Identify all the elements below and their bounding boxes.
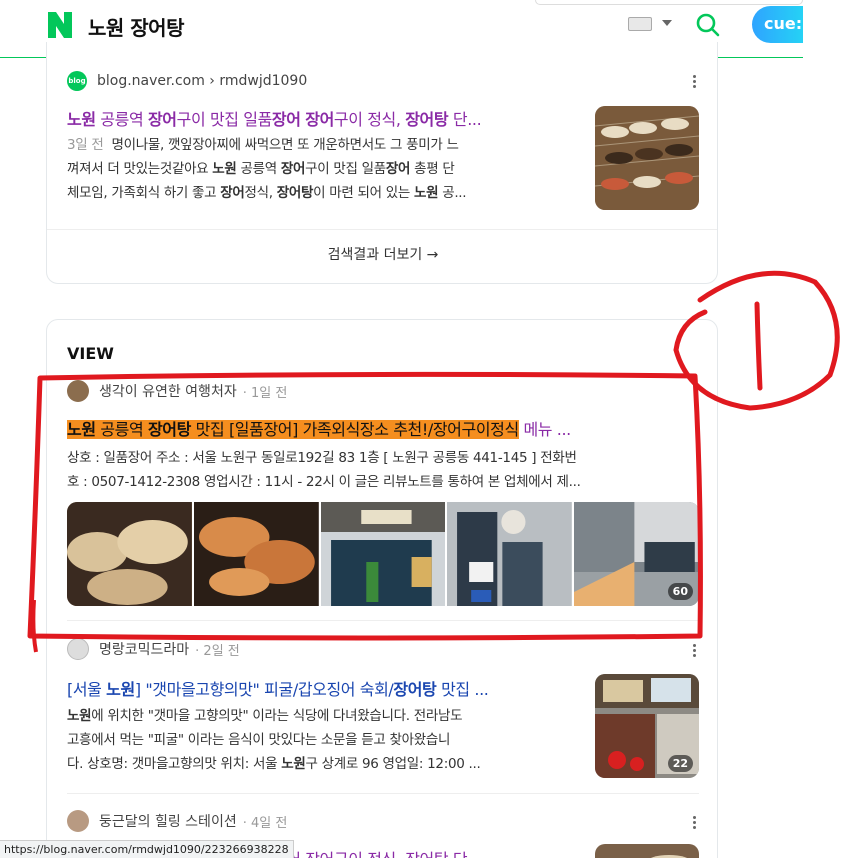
post-time: · 4일 전: [242, 815, 288, 831]
blog-icon: blog: [67, 71, 87, 91]
naver-logo-icon[interactable]: [46, 12, 74, 38]
view-section: VIEW 생각이 유연한 여행처자 · 1일 전 노원 공릉역 장어탕 맛집 […: [46, 319, 718, 858]
post-thumbnail[interactable]: 22: [595, 674, 699, 778]
more-options-icon[interactable]: [693, 816, 697, 830]
dropdown-edge: [535, 0, 803, 5]
post-image[interactable]: [320, 502, 446, 606]
author-name[interactable]: 둥근달의 힐링 스테이션: [99, 811, 237, 831]
post-title[interactable]: 노원 공릉역 장어탕 맛집 [일품장어] 가족외식장소 추천!/장어구이정식 메…: [67, 416, 699, 440]
cue-button[interactable]: cue:: [752, 6, 803, 43]
post-thumbnail[interactable]: [595, 844, 699, 858]
result-thumbnail[interactable]: [595, 106, 699, 210]
author-name[interactable]: 생각이 유연한 여행처자: [99, 381, 237, 401]
more-options-icon[interactable]: [693, 644, 697, 658]
search-query[interactable]: 노원 장어탕: [88, 12, 184, 41]
result-source[interactable]: blog blog.naver.com › rmdwjd1090: [67, 70, 307, 92]
result-title[interactable]: 노원 공릉역 장어구이 맛집 일품장어 장어구이 정식, 장어탕 단...: [67, 106, 575, 130]
post-image[interactable]: 60: [574, 502, 699, 606]
source-url[interactable]: blog.naver.com › rmdwjd1090: [97, 73, 307, 89]
status-bar-url: https://blog.naver.com/rmdwjd1090/223266…: [0, 840, 294, 858]
blog-result-card: blog blog.naver.com › rmdwjd1090 노원 공릉역 …: [46, 42, 718, 284]
more-options-icon[interactable]: [693, 75, 697, 89]
post-author-row[interactable]: 둥근달의 힐링 스테이션 · 4일 전: [67, 810, 287, 832]
more-results-button[interactable]: 검색결과 더보기 →: [47, 244, 719, 264]
avatar[interactable]: [67, 638, 89, 660]
post-author-row[interactable]: 생각이 유연한 여행처자 · 1일 전: [67, 380, 287, 402]
post-image-strip[interactable]: 60: [67, 502, 699, 606]
result-date: 3일 전: [67, 137, 104, 153]
view-heading: VIEW: [67, 344, 114, 363]
post-description: 상호 : 일품장어 주소 : 서울 노원구 동일로192길 83 1층 [ 노원…: [67, 450, 581, 490]
result-description: 3일 전 명이나물, 깻잎장아찌에 싸먹으면 또 개운하면서도 그 풍미가 느 …: [67, 137, 467, 201]
post-image[interactable]: [447, 502, 573, 606]
post-time: · 2일 전: [195, 643, 240, 659]
photo-count-badge: 60: [667, 583, 693, 600]
post-time: · 1일 전: [242, 385, 288, 401]
chevron-down-icon[interactable]: [662, 20, 672, 26]
keyboard-icon[interactable]: [628, 17, 652, 31]
avatar[interactable]: [67, 380, 89, 402]
photo-count-badge: 22: [667, 755, 693, 772]
search-icon[interactable]: [693, 10, 723, 40]
avatar[interactable]: [67, 810, 89, 832]
post-image[interactable]: [67, 502, 192, 606]
author-name[interactable]: 명랑코믹드라마: [99, 639, 189, 659]
post-image[interactable]: [193, 502, 319, 606]
post-title[interactable]: [서울 노원] "갯마을고향의맛" 피굴/갑오징어 숙회/장어탕 맛집 ...: [67, 676, 579, 700]
post-author-row[interactable]: 명랑코믹드라마 · 2일 전: [67, 638, 240, 660]
post-description: 노원에 위치한 "갯마을 고향의맛" 이라는 식당에 다녀왔습니다. 전라남도 …: [67, 708, 481, 772]
